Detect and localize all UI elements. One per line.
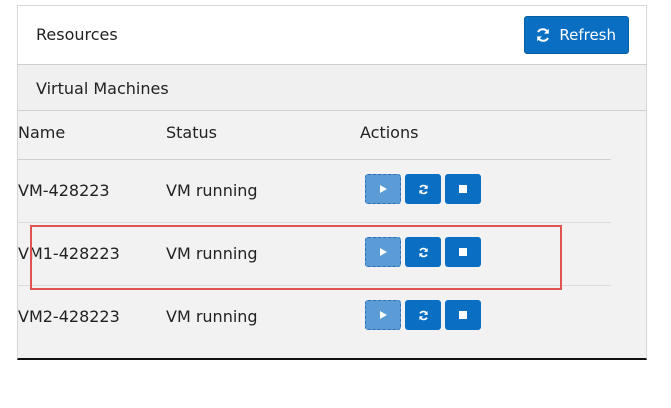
play-icon bbox=[380, 311, 387, 319]
header-actions: Actions bbox=[360, 123, 419, 142]
restart-button[interactable] bbox=[405, 300, 441, 330]
stop-button[interactable] bbox=[445, 237, 481, 267]
vm-name: VM-428223 bbox=[18, 181, 110, 200]
table-row: VM-428223 VM running bbox=[18, 160, 611, 223]
table-row: VM1-428223 VM running bbox=[18, 223, 611, 286]
section-title: Virtual Machines bbox=[36, 79, 169, 98]
vm-actions bbox=[365, 237, 481, 267]
start-button[interactable] bbox=[365, 174, 401, 204]
restart-button[interactable] bbox=[405, 174, 441, 204]
start-button[interactable] bbox=[365, 237, 401, 267]
vm-table: Name Status Actions VM-428223 VM running bbox=[18, 105, 611, 348]
play-icon bbox=[380, 185, 387, 193]
vm-status: VM running bbox=[166, 181, 258, 200]
restart-icon bbox=[418, 310, 428, 320]
vm-name: VM2-428223 bbox=[18, 307, 120, 326]
vm-status: VM running bbox=[166, 307, 258, 326]
refresh-button-label: Refresh bbox=[559, 26, 616, 44]
header-name: Name bbox=[18, 123, 66, 142]
restart-icon bbox=[418, 184, 428, 194]
panel-title: Resources bbox=[36, 25, 118, 44]
stop-button[interactable] bbox=[445, 174, 481, 204]
stop-icon bbox=[459, 248, 467, 256]
panel-header: Resources Refresh bbox=[18, 6, 646, 65]
refresh-button[interactable]: Refresh bbox=[524, 16, 629, 54]
vm-actions bbox=[365, 174, 481, 204]
stop-icon bbox=[459, 185, 467, 193]
play-icon bbox=[380, 248, 387, 256]
vm-actions bbox=[365, 300, 481, 330]
refresh-icon bbox=[535, 27, 551, 43]
table-header: Name Status Actions bbox=[18, 105, 611, 160]
vm-name: VM1-428223 bbox=[18, 244, 120, 263]
stop-button[interactable] bbox=[445, 300, 481, 330]
stop-icon bbox=[459, 311, 467, 319]
restart-icon bbox=[418, 247, 428, 257]
restart-button[interactable] bbox=[405, 237, 441, 267]
header-status: Status bbox=[166, 123, 217, 142]
start-button[interactable] bbox=[365, 300, 401, 330]
vm-status: VM running bbox=[166, 244, 258, 263]
table-row: VM2-428223 VM running bbox=[18, 286, 611, 348]
